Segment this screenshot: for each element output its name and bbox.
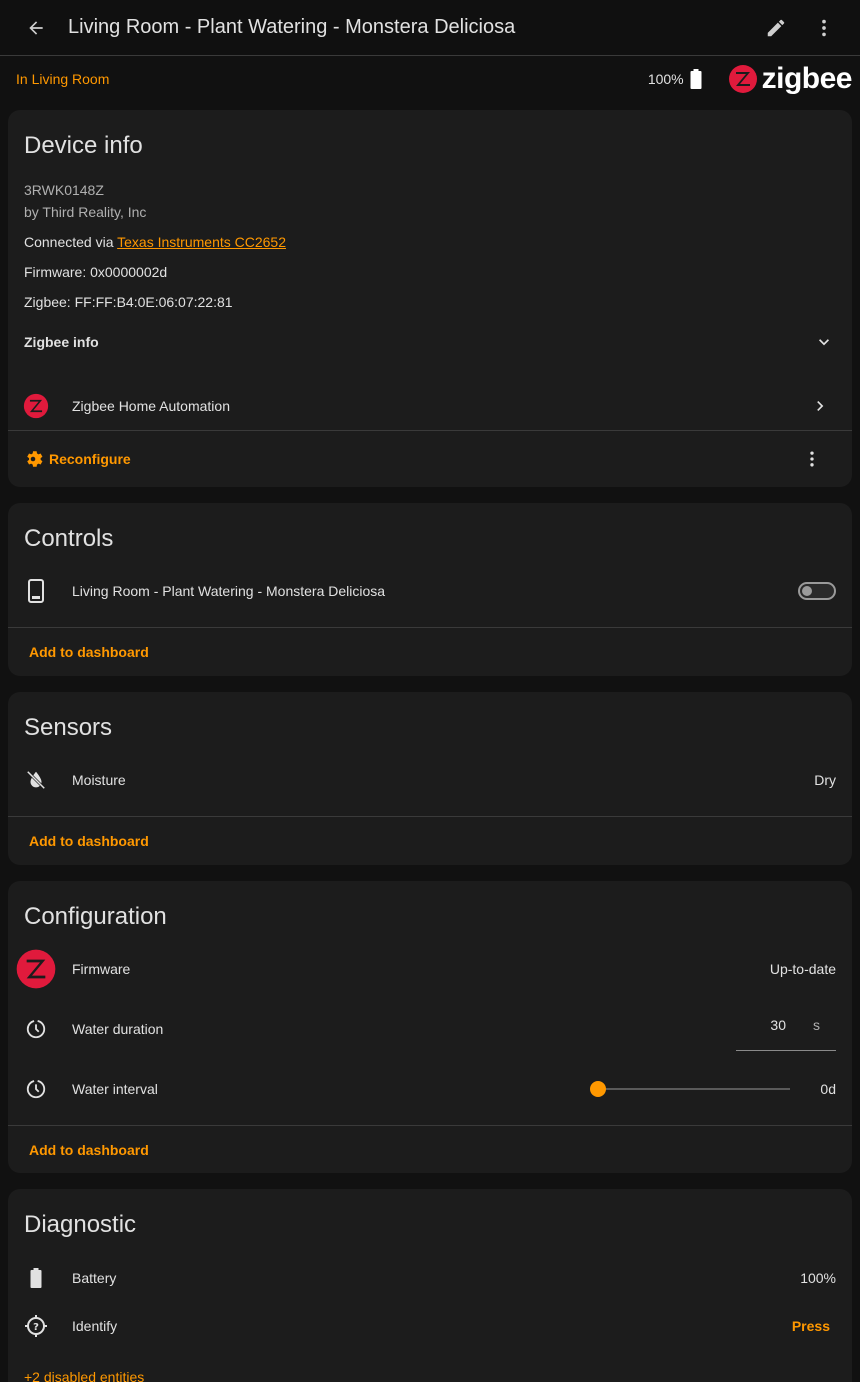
diagnostic-card: Diagnostic Battery 100% ? Identify Press… bbox=[8, 1189, 852, 1382]
reconfigure-menu-button[interactable] bbox=[802, 449, 822, 469]
water-interval-row: Water interval 0d bbox=[8, 1065, 852, 1113]
cog-refresh-icon bbox=[27, 451, 43, 467]
top-app-bar: Living Room - Plant Watering - Monstera … bbox=[0, 0, 860, 56]
card-divider bbox=[8, 816, 852, 817]
svg-text:?: ? bbox=[33, 1322, 39, 1333]
zigbee-logo-text: zigbee bbox=[761, 62, 853, 95]
card-divider bbox=[8, 1125, 852, 1126]
device-info-title: Device info bbox=[24, 132, 143, 159]
firmware-version: Firmware: 0x0000002d bbox=[24, 264, 168, 280]
zigbee-info-expander[interactable]: Zigbee info bbox=[8, 318, 852, 366]
dots-vertical-icon bbox=[810, 451, 814, 467]
battery-label: Battery bbox=[72, 1270, 117, 1286]
card-divider bbox=[8, 430, 852, 431]
slider-thumb[interactable] bbox=[590, 1081, 607, 1097]
reconfigure-row: Reconfigure bbox=[8, 435, 852, 483]
timer-outline-icon bbox=[26, 1019, 46, 1039]
dots-vertical-icon bbox=[822, 19, 826, 36]
slider-track bbox=[598, 1088, 791, 1090]
device-info-card: Device info 3RWK0148Z by Third Reality, … bbox=[8, 110, 852, 487]
back-button[interactable] bbox=[8, 0, 64, 56]
water-duration-unit: s bbox=[813, 1017, 820, 1033]
crosshairs-question-icon-wrap: ? bbox=[8, 1314, 64, 1338]
moisture-row[interactable]: Moisture Dry bbox=[8, 756, 852, 804]
zigbee-logo-icon bbox=[728, 65, 757, 93]
arrow-left-icon bbox=[29, 20, 43, 35]
water-off-icon bbox=[26, 770, 46, 790]
identify-label: Identify bbox=[72, 1318, 118, 1334]
water-interval-slider[interactable] bbox=[590, 1079, 791, 1099]
area-link[interactable]: In Living Room bbox=[16, 71, 648, 87]
overflow-menu-button[interactable] bbox=[800, 0, 848, 56]
battery-indicator: 100% bbox=[648, 69, 702, 89]
battery-icon bbox=[690, 69, 702, 89]
device-model: 3RWK0148Z bbox=[24, 182, 104, 198]
add-to-dashboard-button[interactable]: Add to dashboard bbox=[29, 644, 149, 660]
zigbee-integration-icon-wrap bbox=[8, 393, 64, 419]
crosshairs-question-icon: ? bbox=[25, 1315, 47, 1337]
edit-button[interactable] bbox=[752, 0, 800, 56]
coordinator-link[interactable]: Texas Instruments CC2652 bbox=[117, 234, 286, 250]
switch-entity-label: Living Room - Plant Watering - Monstera … bbox=[72, 583, 386, 599]
page-title: Living Room - Plant Watering - Monstera … bbox=[68, 16, 516, 38]
timer-icon-wrap bbox=[8, 1078, 64, 1100]
battery-icon-wrap bbox=[8, 1268, 64, 1288]
add-to-dashboard-button[interactable]: Add to dashboard bbox=[29, 1142, 149, 1158]
moisture-value: Dry bbox=[814, 772, 836, 788]
connected-via-prefix: Connected via bbox=[24, 234, 118, 250]
device-subheader: In Living Room 100% zigbee bbox=[0, 56, 860, 102]
chevron-right-icon bbox=[817, 401, 824, 411]
disabled-entities-link[interactable]: +2 disabled entities bbox=[24, 1369, 144, 1382]
battery-value: 100% bbox=[800, 1270, 836, 1286]
water-interval-value: 0d bbox=[820, 1081, 836, 1097]
controls-title: Controls bbox=[24, 525, 114, 552]
controls-card: Controls Living Room - Plant Watering - … bbox=[8, 503, 852, 676]
sensors-card: Sensors Moisture Dry Add to dashboard bbox=[8, 692, 852, 865]
firmware-update-row[interactable]: Firmware Up-to-date bbox=[8, 945, 852, 993]
integration-label: Zigbee Home Automation bbox=[72, 398, 230, 414]
water-duration-input[interactable]: 30 s bbox=[736, 1005, 836, 1051]
add-to-dashboard-button[interactable]: Add to dashboard bbox=[29, 833, 149, 849]
identify-row: ? Identify Press bbox=[8, 1302, 852, 1350]
timer-icon-wrap bbox=[8, 1018, 64, 1040]
configuration-card: Configuration Firmware Up-to-date Water … bbox=[8, 881, 852, 1173]
battery-row[interactable]: Battery 100% bbox=[8, 1254, 852, 1302]
zigbee-firmware-icon-wrap bbox=[8, 949, 64, 989]
connected-via: Connected via Texas Instruments CC2652 bbox=[24, 234, 286, 250]
moisture-label: Moisture bbox=[72, 772, 126, 788]
battery-icon bbox=[30, 1268, 42, 1288]
water-duration-label: Water duration bbox=[72, 1021, 164, 1037]
zigbee-info-label: Zigbee info bbox=[24, 334, 99, 350]
water-duration-row: Water duration 30 s bbox=[8, 1005, 852, 1053]
switch-entity-row[interactable]: Living Room - Plant Watering - Monstera … bbox=[8, 567, 852, 615]
pencil-icon bbox=[767, 19, 785, 36]
timer-outline-icon bbox=[26, 1079, 46, 1099]
card-divider bbox=[8, 627, 852, 628]
toggle-knob bbox=[802, 586, 812, 596]
firmware-status: Up-to-date bbox=[769, 961, 836, 977]
configuration-title: Configuration bbox=[24, 903, 167, 930]
chevron-down-icon bbox=[819, 339, 829, 346]
cellphone-icon bbox=[28, 579, 44, 603]
battery-percent: 100% bbox=[647, 71, 684, 87]
integration-row[interactable]: Zigbee Home Automation bbox=[8, 382, 852, 430]
water-interval-label: Water interval bbox=[72, 1081, 158, 1097]
device-manufacturer: by Third Reality, Inc bbox=[24, 204, 147, 220]
water-off-icon-wrap bbox=[8, 769, 64, 791]
zigbee-logo: zigbee bbox=[728, 62, 853, 96]
reconfigure-label: Reconfigure bbox=[49, 451, 131, 467]
switch-toggle[interactable] bbox=[798, 582, 836, 600]
water-duration-value: 30 bbox=[770, 1017, 786, 1033]
firmware-label: Firmware bbox=[72, 961, 131, 977]
zigbee-address: Zigbee: FF:FF:B4:0E:06:07:22:81 bbox=[24, 294, 233, 310]
phone-icon-wrap bbox=[8, 579, 64, 603]
identify-press-button[interactable]: Press bbox=[792, 1318, 830, 1334]
zigbee-integration-icon bbox=[23, 393, 49, 419]
sensors-title: Sensors bbox=[24, 714, 113, 741]
zigbee-icon bbox=[16, 949, 56, 989]
diagnostic-title: Diagnostic bbox=[24, 1211, 137, 1238]
reconfigure-button[interactable]: Reconfigure bbox=[22, 448, 802, 470]
